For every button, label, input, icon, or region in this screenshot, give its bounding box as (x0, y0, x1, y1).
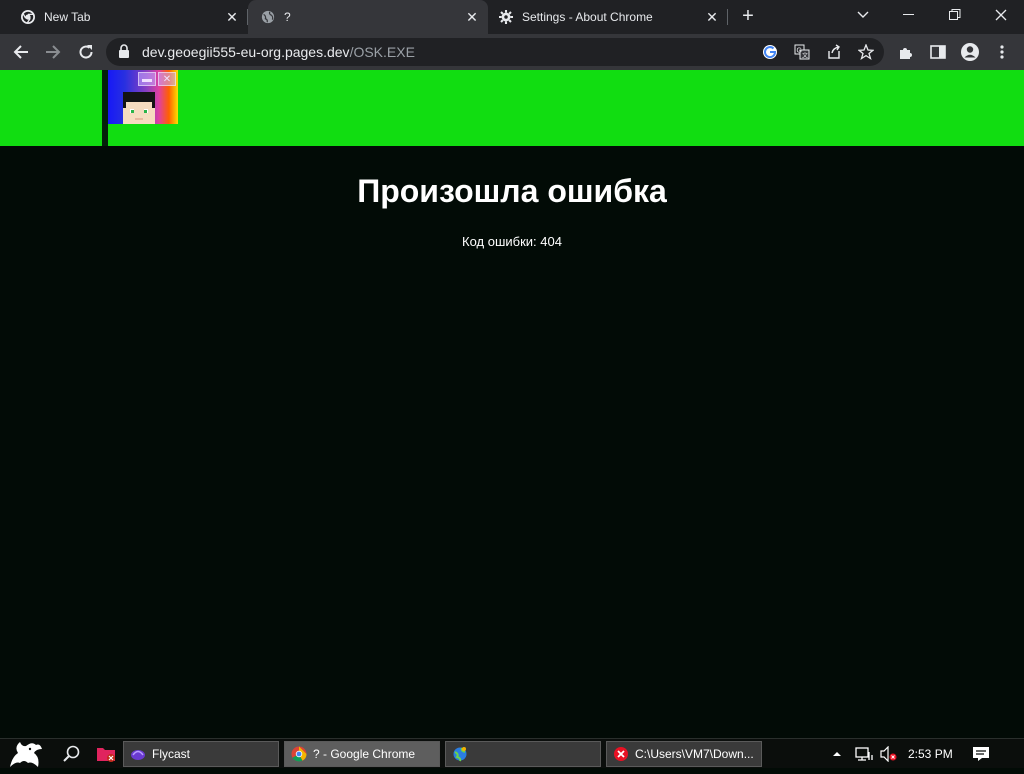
minimize-button[interactable] (886, 0, 932, 30)
volume-muted-icon[interactable] (880, 739, 898, 769)
chrome-icon (20, 9, 36, 25)
tab-title: New Tab (44, 10, 91, 24)
taskbar-task-network[interactable] (445, 741, 601, 767)
taskbar-task-chrome[interactable]: ? - Google Chrome (284, 741, 440, 767)
search-icon[interactable] (62, 744, 82, 764)
profile-avatar-icon[interactable] (958, 40, 982, 64)
globe-icon (260, 9, 276, 25)
tab-settings[interactable]: Settings - About Chrome ✕ (490, 0, 726, 34)
network-globe-icon (452, 746, 468, 762)
translate-icon[interactable]: G文 (792, 42, 812, 62)
show-hidden-icons-chevron-icon[interactable] (832, 739, 842, 769)
error-icon (613, 746, 629, 762)
tab-title: Settings - About Chrome (522, 10, 653, 24)
url-path: /OSK.EXE (349, 44, 415, 60)
close-tab-icon[interactable]: ✕ (222, 7, 242, 27)
tab-title: ? (284, 10, 291, 24)
taskbar-task-label: ? - Google Chrome (313, 747, 416, 761)
tab-strip: New Tab ✕ ? ✕ Settings - About Chrome ✕ … (0, 0, 1024, 34)
close-tab-icon[interactable]: ✕ (702, 7, 722, 27)
taskbar-task-flycast[interactable]: Flycast (123, 741, 279, 767)
svg-text:文: 文 (802, 52, 808, 60)
page-content: ▬ ✕ Произошла ошибка Код ошибки: 404 (0, 70, 1024, 738)
google-lens-icon[interactable] (760, 42, 780, 62)
error-code-text: Код ошибки: 404 (462, 234, 562, 249)
tab-new-tab[interactable]: New Tab ✕ (0, 0, 246, 34)
pixel-avatar-icon (122, 92, 156, 126)
network-tray-icon[interactable] (855, 739, 873, 769)
tab-separator (727, 9, 728, 25)
close-tab-icon[interactable]: ✕ (462, 7, 482, 27)
address-bar[interactable]: dev.geoegii555-eu-org.pages.dev/OSK.EXE … (106, 38, 884, 66)
reload-icon[interactable] (74, 40, 98, 64)
lock-icon[interactable] (118, 44, 134, 60)
extensions-puzzle-icon[interactable] (894, 40, 918, 64)
close-window-button[interactable] (978, 0, 1024, 30)
new-tab-button[interactable]: + (736, 5, 760, 29)
restore-button[interactable] (932, 0, 978, 30)
browser-toolbar: dev.geoegii555-eu-org.pages.dev/OSK.EXE … (0, 34, 1024, 70)
taskbar-task-label: Flycast (152, 747, 191, 761)
flycast-icon (130, 746, 146, 762)
tab-search-chevron-icon[interactable] (840, 0, 886, 30)
start-button-dragon-icon[interactable] (6, 739, 50, 769)
widget-close-button[interactable]: ✕ (158, 72, 176, 86)
taskbar: Flycast ? - Google Chrome C:\Users\VM7\D… (0, 738, 1024, 768)
share-icon[interactable] (824, 42, 844, 62)
url-text: dev.geoegii555-eu-org.pages.dev/OSK.EXE (142, 44, 415, 60)
widget-green-block (108, 124, 178, 146)
forward-arrow-icon[interactable] (41, 40, 65, 64)
back-arrow-icon[interactable] (9, 40, 33, 64)
widget-minimize-button[interactable]: ▬ (138, 72, 156, 86)
clock[interactable]: 2:53 PM (908, 739, 953, 769)
taskbar-task-error-window[interactable]: C:\Users\VM7\Down... (606, 741, 762, 767)
folder-error-icon[interactable] (96, 744, 116, 764)
side-panel-icon[interactable] (926, 40, 950, 64)
avatar-widget[interactable]: ▬ ✕ (102, 70, 178, 146)
taskbar-task-label: C:\Users\VM7\Down... (635, 747, 754, 761)
chrome-icon (291, 746, 307, 762)
error-heading: Произошла ошибка (357, 173, 667, 209)
bookmark-star-icon[interactable] (856, 42, 876, 62)
tab-active[interactable]: ? ✕ (248, 0, 488, 34)
more-menu-icon[interactable] (990, 40, 1014, 64)
settings-gear-icon (498, 9, 514, 25)
url-host: dev.geoegii555-eu-org.pages.dev (142, 44, 350, 60)
notifications-icon[interactable] (972, 739, 990, 769)
